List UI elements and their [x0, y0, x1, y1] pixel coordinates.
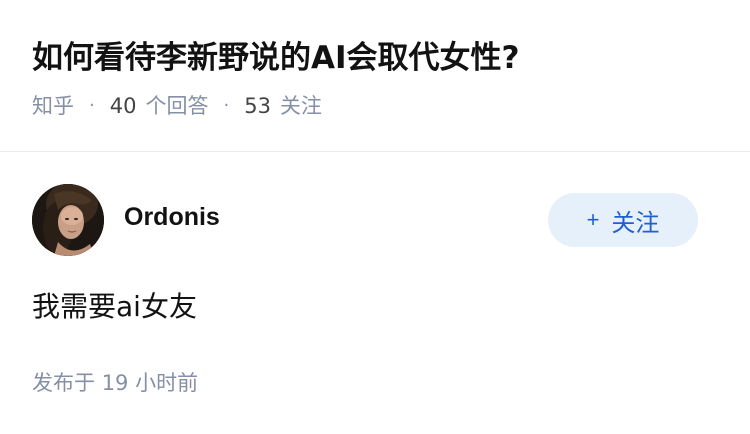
answer-count: 40 — [109, 94, 137, 118]
question-meta: 知乎 · 40 个回答 · 53 关注 — [32, 90, 718, 122]
answer-content[interactable]: 我需要ai女友 — [32, 285, 197, 329]
published-time-value: 19 小时前 — [101, 371, 199, 395]
follower-count-label[interactable]: 关注 — [280, 90, 322, 122]
follower-count: 53 — [244, 94, 271, 118]
header-divider — [0, 151, 750, 152]
published-time: 发布于 19 小时前 — [32, 366, 198, 400]
plus-icon: + — [586, 207, 600, 232]
dot-separator: · — [89, 95, 95, 116]
follow-button-label: 关注 — [611, 209, 660, 237]
answer-count-label[interactable]: 个回答 — [145, 90, 208, 122]
source-label[interactable]: 知乎 — [32, 90, 74, 122]
question-title[interactable]: 如何看待李新野说的AI会取代女性? — [32, 30, 718, 86]
question-header: 如何看待李新野说的AI会取代女性? 知乎 · 40 个回答 · 53 关注 — [32, 30, 718, 122]
avatar[interactable] — [32, 184, 104, 256]
author-row: Ordonis + 关注 — [32, 184, 698, 256]
follow-button[interactable]: + 关注 — [548, 193, 698, 247]
author-name[interactable]: Ordonis — [124, 203, 220, 232]
published-prefix: 发布于 — [32, 371, 95, 395]
avatar-portrait-image — [32, 184, 104, 256]
dot-separator: · — [223, 95, 230, 116]
